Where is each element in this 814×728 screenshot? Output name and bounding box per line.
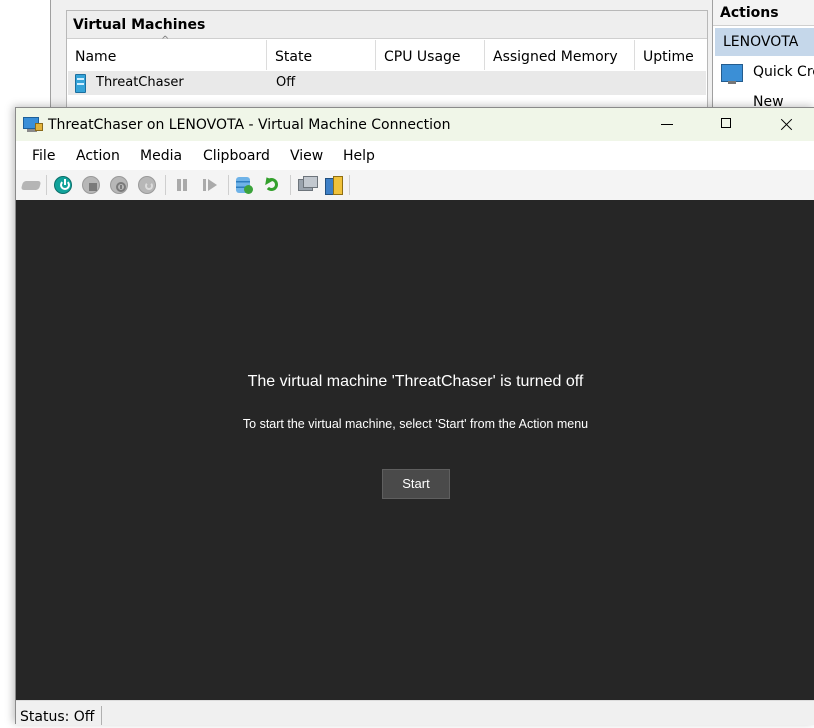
sort-ascending-icon: ^ — [161, 35, 170, 46]
enhanced-session-icon[interactable] — [297, 175, 318, 195]
table-row[interactable]: ThreatChaser Off — [68, 71, 706, 95]
save-icon[interactable] — [137, 175, 157, 195]
window-title: ThreatChaser on LENOVOTA - Virtual Machi… — [48, 117, 451, 133]
share-icon[interactable] — [323, 175, 343, 195]
status-text: Status: Off — [20, 706, 103, 725]
minimize-button[interactable] — [645, 108, 691, 141]
menu-bar: File Action Media Clipboard View Help — [16, 141, 814, 170]
toolbar — [16, 170, 814, 201]
vm-off-heading: The virtual machine 'ThreatChaser' is tu… — [247, 373, 584, 390]
vm-state: Off — [276, 75, 296, 90]
toolbar-separator — [290, 175, 291, 195]
virtual-machines-panel: Virtual Machines ^ Name State CPU Usage … — [66, 10, 708, 112]
actions-title: Actions — [713, 0, 814, 26]
start-icon[interactable] — [53, 175, 73, 195]
vm-off-instructions: To start the virtual machine, select 'St… — [242, 417, 589, 431]
shut-down-icon[interactable] — [109, 175, 129, 195]
menu-media[interactable]: Media — [140, 141, 182, 170]
toolbar-separator — [46, 175, 47, 195]
vm-display-area[interactable]: The virtual machine 'ThreatChaser' is tu… — [16, 200, 814, 700]
navigation-pane — [0, 0, 51, 110]
menu-file[interactable]: File — [32, 141, 55, 170]
vm-list-header: ^ Name State CPU Usage Assigned Memory U… — [67, 35, 707, 70]
actions-pane: Actions LENOVOTA Quick Cre New — [712, 0, 814, 110]
title-bar[interactable]: ThreatChaser on LENOVOTA - Virtual Machi… — [16, 108, 814, 141]
vm-connection-window: ThreatChaser on LENOVOTA - Virtual Machi… — [15, 107, 814, 725]
column-header-cpu-usage[interactable]: CPU Usage — [376, 40, 485, 70]
checkpoint-icon[interactable] — [234, 175, 254, 195]
maximize-button[interactable] — [704, 108, 750, 141]
status-bar: Status: Off — [16, 700, 814, 725]
vm-name: ThreatChaser — [96, 75, 184, 90]
menu-help[interactable]: Help — [343, 141, 375, 170]
column-header-state[interactable]: State — [267, 40, 376, 70]
toolbar-separator — [228, 175, 229, 195]
ctrl-alt-del-icon[interactable] — [20, 175, 42, 195]
column-header-name[interactable]: ^ Name — [67, 35, 267, 70]
revert-icon[interactable] — [262, 174, 282, 195]
column-header-uptime[interactable]: Uptime — [635, 40, 707, 70]
close-button[interactable] — [764, 108, 810, 141]
pause-icon[interactable] — [172, 175, 192, 195]
toolbar-separator — [349, 175, 350, 195]
menu-clipboard[interactable]: Clipboard — [203, 141, 270, 170]
menu-view[interactable]: View — [290, 141, 323, 170]
hyperv-manager-background: Virtual Machines ^ Name State CPU Usage … — [0, 0, 814, 112]
toolbar-separator — [165, 175, 166, 195]
action-quick-create[interactable]: Quick Cre — [753, 64, 814, 80]
column-header-assigned-memory[interactable]: Assigned Memory — [485, 40, 635, 70]
virtual-machine-icon — [75, 74, 86, 93]
menu-action[interactable]: Action — [76, 141, 120, 170]
vm-connection-app-icon — [23, 117, 43, 132]
actions-host-header[interactable]: LENOVOTA — [715, 28, 814, 56]
start-button[interactable]: Start — [382, 469, 450, 499]
turn-off-icon[interactable] — [81, 175, 101, 195]
reset-icon[interactable] — [200, 175, 220, 195]
quick-create-icon — [721, 64, 743, 84]
